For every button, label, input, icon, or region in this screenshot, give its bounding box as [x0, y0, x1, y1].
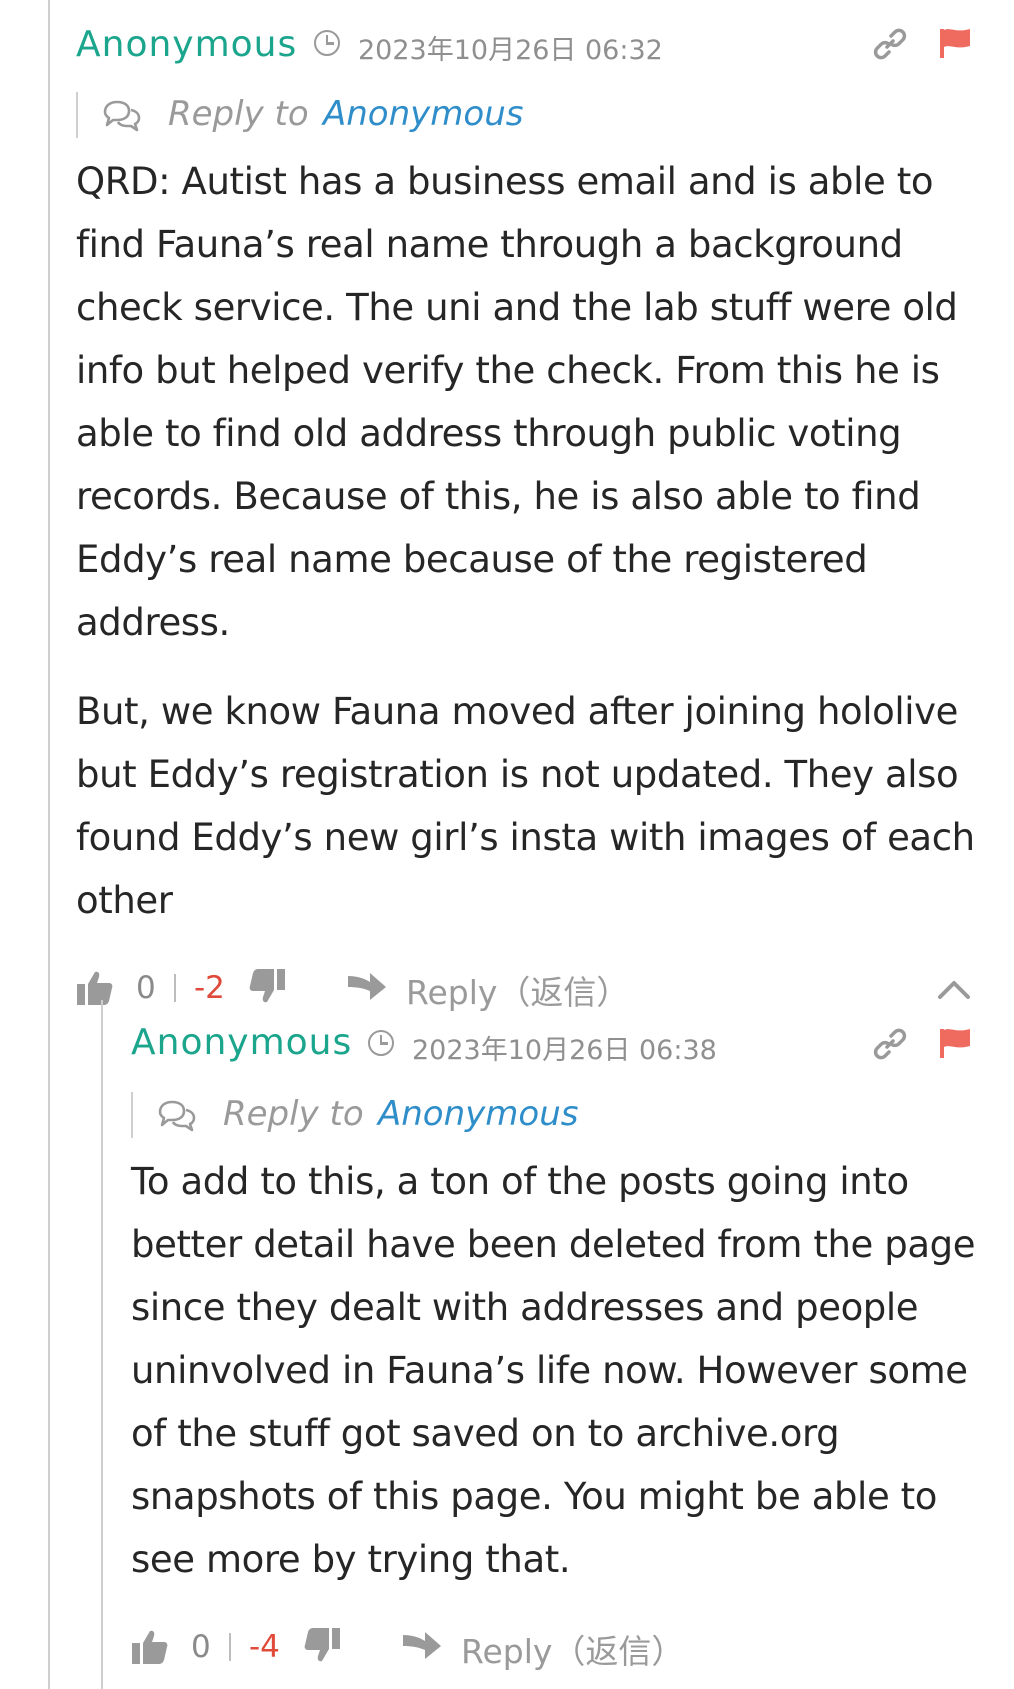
comment-author[interactable]: Anonymous	[131, 1022, 352, 1063]
comment-body: QRD: Autist has a business email and is …	[76, 150, 976, 932]
comment: Anonymous 2023年10月26日 06:38 Reply to Ano…	[131, 1000, 976, 1683]
flag-icon[interactable]	[938, 26, 972, 60]
comment-paragraph: QRD: Autist has a business email and is …	[76, 160, 958, 644]
comment-timestamp: 2023年10月26日 06:32	[358, 35, 663, 66]
link-icon[interactable]	[872, 26, 908, 62]
thumbs-down-icon[interactable]	[303, 1627, 341, 1663]
downvote-count: -4	[249, 1629, 280, 1665]
chat-bubbles-icon	[103, 100, 141, 132]
reply-arrow-icon[interactable]	[401, 1629, 443, 1661]
comment-meta: Anonymous 2023年10月26日 06:32	[76, 0, 976, 92]
comment-meta: Anonymous 2023年10月26日 06:38	[131, 1000, 976, 1092]
comment-body: To add to this, a ton of the posts going…	[131, 1150, 976, 1591]
vote-separator	[174, 974, 176, 1002]
comment: Anonymous 2023年10月26日 06:32 Reply to Ano…	[76, 0, 976, 1024]
thumbs-up-icon[interactable]	[76, 970, 114, 1006]
chat-bubbles-icon	[158, 1100, 196, 1132]
chevron-up-icon[interactable]	[937, 978, 971, 1000]
reply-to: Reply to Anonymous	[131, 1092, 976, 1150]
reply-to-bar	[131, 1092, 133, 1138]
comment-actions: 0 -4 Reply（返信）	[131, 1613, 976, 1683]
upvote-count: 0	[191, 1629, 211, 1665]
clock-icon	[314, 30, 340, 56]
flag-icon[interactable]	[938, 1026, 972, 1060]
vote-separator	[229, 1633, 231, 1661]
reply-to-bar	[76, 92, 78, 138]
comment-paragraph: But, we know Fauna moved after joining h…	[76, 690, 975, 922]
reply-to-target[interactable]: Anonymous	[323, 94, 523, 134]
link-icon[interactable]	[872, 1026, 908, 1062]
comment-paragraph: To add to this, a ton of the posts going…	[131, 1160, 976, 1581]
reply-arrow-icon[interactable]	[346, 970, 388, 1002]
reply-button[interactable]: Reply（返信）	[461, 1625, 684, 1673]
reply-to-label: Reply to	[223, 1094, 364, 1134]
thumbs-up-icon[interactable]	[131, 1629, 169, 1665]
reply-to-label: Reply to	[168, 94, 309, 134]
reply-to: Reply to Anonymous	[76, 92, 976, 150]
comment-author[interactable]: Anonymous	[76, 24, 297, 65]
comment-timestamp: 2023年10月26日 06:38	[412, 1035, 717, 1066]
thread-line	[101, 1000, 103, 1689]
reply-to-target[interactable]: Anonymous	[378, 1094, 578, 1134]
clock-icon	[368, 1030, 394, 1056]
thread-line	[48, 0, 50, 1689]
thumbs-down-icon[interactable]	[248, 968, 286, 1004]
